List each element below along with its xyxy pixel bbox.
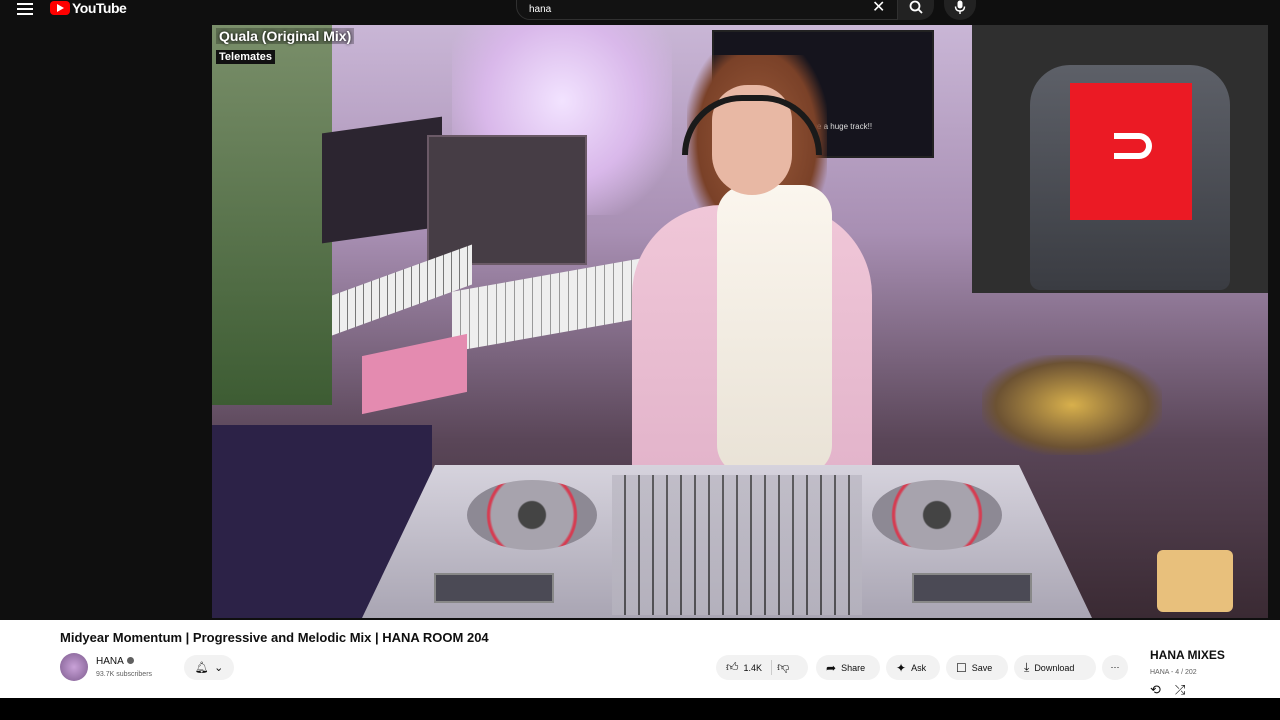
notification-button[interactable]: 🔔︎ ⌄ — [184, 655, 234, 680]
verified-icon — [126, 657, 134, 664]
more-actions-button[interactable]: ⋯ — [1102, 655, 1128, 680]
search-input[interactable] — [529, 1, 849, 17]
shuffle-icon[interactable]: ⤮ — [1175, 682, 1185, 698]
sparkle-icon: ✦ — [896, 660, 907, 675]
close-icon[interactable]: ✕ — [872, 0, 885, 16]
share-icon: ➦ — [826, 660, 837, 675]
subscriber-count: 93.7K subscribers — [96, 671, 153, 678]
like-dislike-group: 👍︎ 1.4K 👎︎ — [716, 655, 808, 680]
video-player[interactable]: have a huge track!! Quala (Original Mix)… — [212, 25, 1268, 618]
song-title: Quala (Original Mix) — [216, 28, 355, 44]
download-label: Download — [1034, 662, 1075, 673]
save-button[interactable]: ☐ Save — [946, 655, 1008, 680]
playlist-panel[interactable]: HANA MIXES HANA - 4 / 202 ⟲ ⤮ — [1140, 620, 1280, 698]
youtube-play-icon — [50, 1, 70, 15]
share-label: Share — [841, 662, 866, 673]
channel-avatar[interactable] — [60, 653, 88, 681]
window — [212, 25, 332, 405]
loop-icon[interactable]: ⟲ — [1150, 682, 1161, 698]
logo-text: YouTube — [72, 0, 127, 16]
mic-icon — [954, 0, 966, 14]
search-button[interactable] — [898, 0, 934, 20]
launch-pad — [1157, 550, 1233, 612]
top-bar: YouTube ✕ — [0, 0, 1280, 22]
bottom-strip — [0, 698, 1280, 720]
rug — [982, 355, 1162, 455]
ask-button[interactable]: ✦ Ask — [886, 655, 940, 680]
menu-icon[interactable] — [17, 3, 33, 17]
playlist-subtitle: HANA - 4 / 202 — [1150, 669, 1197, 676]
jog-wheel-right — [872, 480, 1002, 550]
save-label: Save — [971, 662, 993, 673]
bookmark-icon: ☐ — [956, 660, 967, 675]
playlist-controls: ⟲ ⤮ — [1150, 682, 1185, 698]
channel-name-text[interactable]: HANA — [96, 656, 124, 667]
more-icon: ⋯ — [1110, 662, 1120, 672]
deck-screen-left — [434, 573, 554, 603]
channel-name[interactable]: HANA — [96, 656, 134, 667]
modular-synth — [427, 135, 587, 265]
search-box[interactable] — [516, 0, 898, 20]
thumbs-up-icon[interactable]: 👍︎ — [726, 660, 739, 675]
deck-screen-right — [912, 573, 1032, 603]
ask-label: Ask — [911, 662, 927, 673]
youtube-logo[interactable]: YouTube — [50, 0, 127, 16]
video-info: Midyear Momentum | Progressive and Melod… — [0, 620, 1280, 698]
voice-search-button[interactable] — [944, 0, 976, 20]
video-title: Midyear Momentum | Progressive and Melod… — [60, 630, 489, 645]
search-icon — [909, 0, 923, 14]
share-button[interactable]: ➦ Share — [816, 655, 880, 680]
playlist-title[interactable]: HANA MIXES — [1150, 648, 1225, 662]
download-button[interactable]: ⤓ Download — [1014, 655, 1096, 680]
doordash-logo-icon — [1114, 133, 1152, 159]
bell-icon: 🔔︎ — [194, 662, 209, 674]
mixer-faders — [612, 475, 862, 615]
thumbs-down-icon[interactable]: 👎︎ — [777, 660, 789, 675]
dj-scarf — [717, 185, 832, 475]
synthesizer — [322, 116, 442, 244]
jog-wheel-left — [467, 480, 597, 550]
download-icon: ⤓ — [1024, 660, 1030, 674]
song-artist: Telemates — [216, 50, 275, 64]
like-count[interactable]: 1.4K — [744, 663, 763, 673]
chevron-down-icon: ⌄ — [214, 662, 224, 674]
like-divider — [771, 660, 773, 675]
